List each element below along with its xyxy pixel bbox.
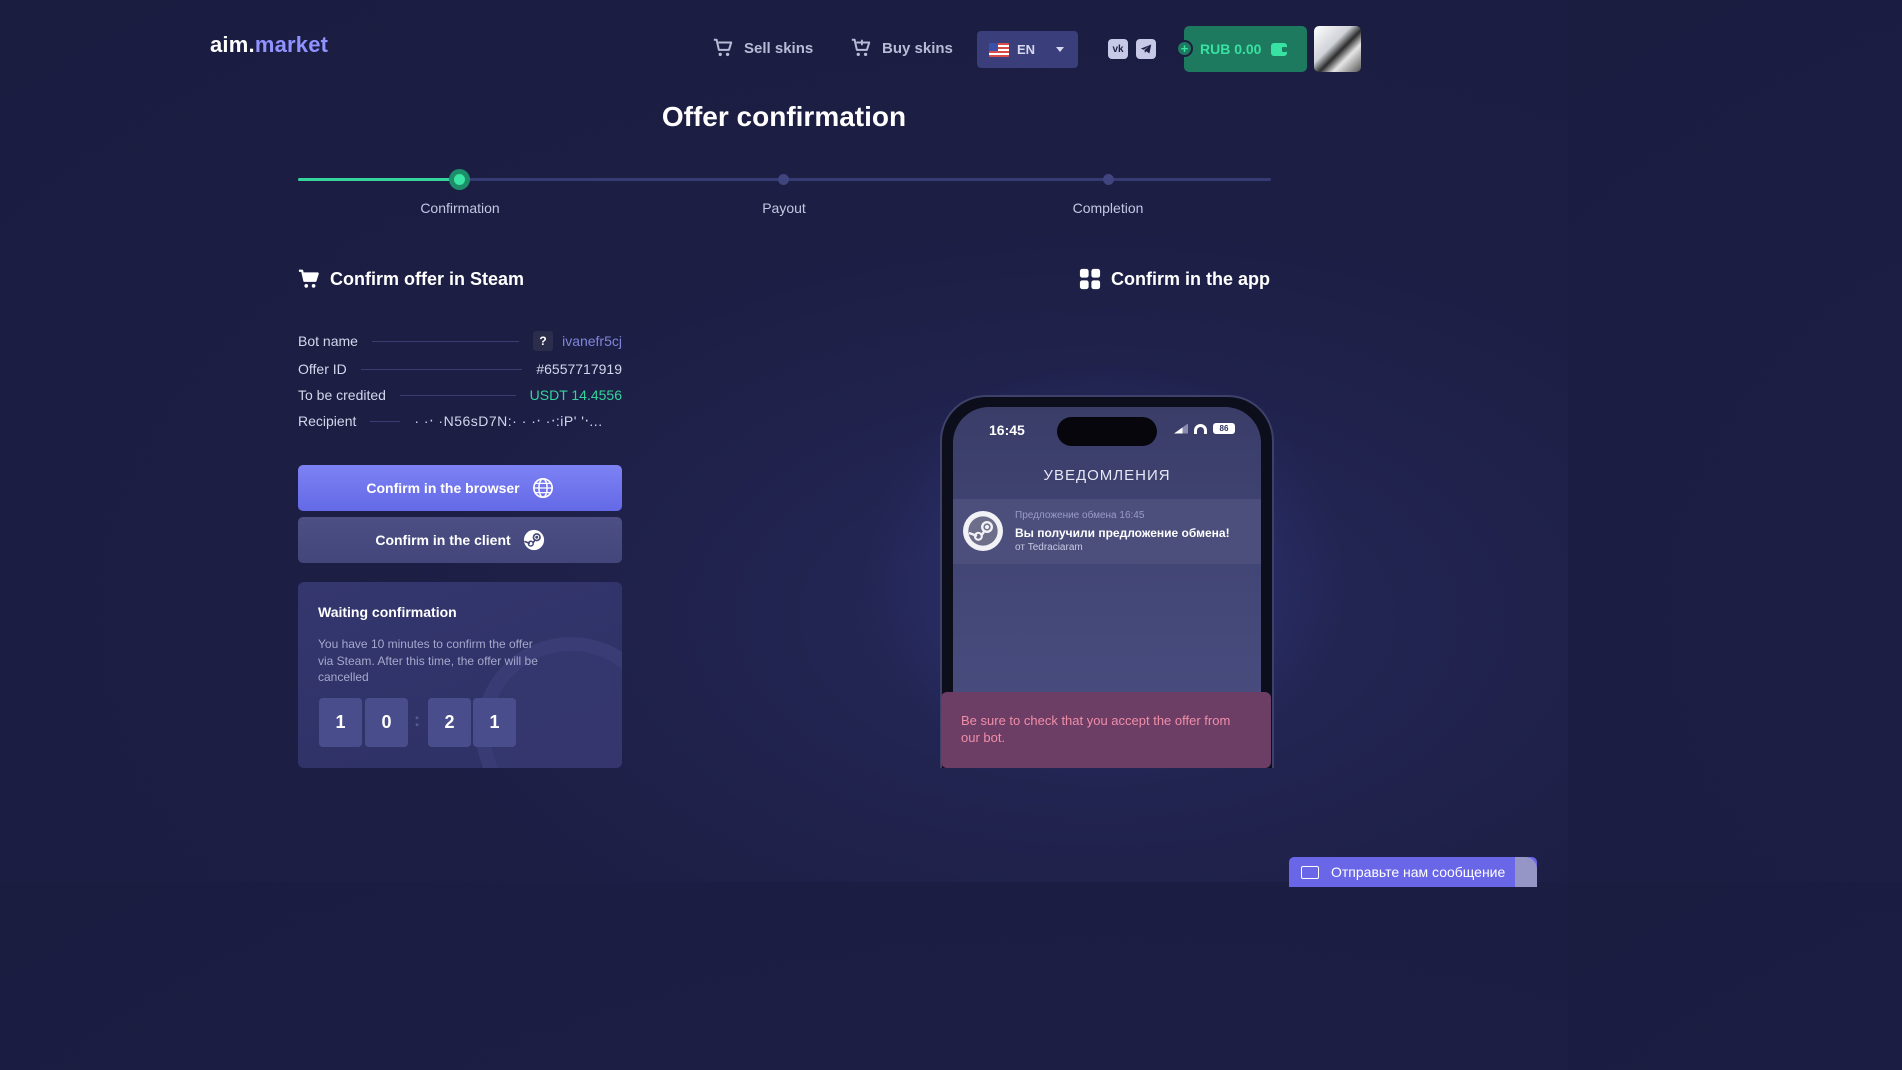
- signal-icon: [1174, 423, 1188, 434]
- phone-time: 16:45: [989, 422, 1025, 438]
- info-row-offer-id: Offer ID #6557717919: [298, 359, 622, 379]
- info-label: Recipient: [298, 413, 357, 429]
- trade-notification: Предложение обмена 16:45 Вы получили пре…: [953, 499, 1261, 564]
- step-dot-completion: [1103, 174, 1114, 185]
- app-section-heading: Confirm in the app: [1079, 268, 1270, 290]
- steam-section-title: Confirm offer in Steam: [330, 268, 525, 289]
- telegram-icon[interactable]: [1136, 39, 1156, 59]
- timer-separator: :: [414, 710, 420, 730]
- cart-plus-icon: [851, 38, 871, 57]
- stepper-progress: [298, 178, 460, 181]
- recipient-value: · ·‧ ·N56sD7N:· · ·‧ ·‧:iP' '‧...: [414, 412, 603, 429]
- credited-value: USDT 14.4556: [529, 387, 622, 403]
- app-section-title: Confirm in the app: [1111, 268, 1270, 289]
- confirm-client-label: Confirm in the client: [375, 532, 511, 548]
- info-row-bot-name: Bot name ? ivanefr5cj: [298, 331, 622, 351]
- timer-digit: 1: [473, 698, 516, 747]
- balance-button[interactable]: + RUB 0.00: [1176, 26, 1307, 72]
- nav-buy-skins[interactable]: Buy skins: [850, 37, 953, 59]
- confirm-in-browser-button[interactable]: Confirm in the browser: [298, 465, 622, 511]
- info-label: Offer ID: [298, 361, 347, 377]
- info-label: To be credited: [298, 387, 386, 403]
- envelope-icon: [1301, 865, 1319, 879]
- balance-value: RUB 0.00: [1200, 41, 1262, 57]
- dotted-leader: [360, 368, 523, 370]
- cart-icon: [713, 38, 733, 57]
- dotted-leader: [370, 420, 401, 422]
- help-badge[interactable]: ?: [533, 331, 554, 351]
- dotted-leader: [371, 340, 520, 342]
- dynamic-island: [1057, 417, 1157, 446]
- avatar[interactable]: [1314, 26, 1361, 72]
- step-label-confirmation: Confirmation: [420, 200, 500, 216]
- chat-label: Отправьте нам сообщение: [1331, 864, 1506, 880]
- add-funds-icon[interactable]: +: [1176, 40, 1193, 57]
- logo[interactable]: aim.market: [210, 32, 328, 58]
- confirm-browser-label: Confirm in the browser: [366, 480, 520, 496]
- nav-buy-label: Buy skins: [882, 39, 953, 57]
- steam-icon: [523, 529, 544, 551]
- confirm-in-client-button[interactable]: Confirm in the client: [298, 517, 622, 563]
- wallet-icon: [1271, 42, 1288, 56]
- notification-meta: Предложение обмена 16:45: [1015, 510, 1145, 521]
- info-label: Bot name: [298, 333, 358, 349]
- vk-icon[interactable]: vk: [1108, 39, 1128, 59]
- language-selector[interactable]: EN: [977, 31, 1078, 68]
- notifications-heading: УВЕДОМЛЕНИЯ: [1043, 467, 1171, 484]
- globe-icon: [532, 478, 553, 498]
- info-row-recipient: Recipient · ·‧ ·N56sD7N:· · ·‧ ·‧:iP' '‧…: [298, 411, 622, 431]
- cart-icon: [298, 269, 319, 288]
- timer-digit: 1: [319, 698, 362, 747]
- step-label-completion: Completion: [1072, 200, 1144, 216]
- nav-sell-label: Sell skins: [744, 39, 814, 57]
- phone-status-bar: 86: [1174, 423, 1235, 434]
- chat-widget-button[interactable]: Отправьте нам сообщение: [1289, 857, 1537, 887]
- chevron-down-icon: [1056, 47, 1064, 52]
- offer-id-value: #6557717919: [536, 361, 622, 377]
- step-label-payout: Payout: [762, 200, 806, 216]
- wifi-icon: [1194, 423, 1207, 434]
- timer-digit: 2: [428, 698, 471, 747]
- steam-section-heading: Confirm offer in Steam: [298, 268, 524, 290]
- step-dot-confirmation: [449, 169, 470, 190]
- notification-title: Вы получили предложение обмена!: [1015, 526, 1230, 540]
- page-title: Offer confirmation: [661, 101, 907, 132]
- waiting-title: Waiting confirmation: [318, 604, 457, 620]
- battery-icon: 86: [1213, 423, 1235, 434]
- bot-name-value[interactable]: ivanefr5cj: [562, 333, 622, 349]
- notification-sender: от Tedraciaram: [1015, 542, 1083, 553]
- step-dot-payout: [778, 174, 789, 185]
- info-row-credited: To be credited USDT 14.4556: [298, 385, 622, 405]
- logo-part-2: market: [254, 32, 329, 57]
- waiting-text: You have 10 minutes to confirm the offer…: [318, 637, 538, 684]
- steam-icon: [963, 511, 1003, 551]
- language-label: EN: [1017, 42, 1036, 57]
- chat-widget-edge: [1515, 857, 1537, 887]
- us-flag-icon: [989, 42, 1009, 57]
- apps-grid-icon: [1079, 268, 1101, 290]
- waiting-panel: Waiting confirmation You have 10 minutes…: [298, 582, 622, 768]
- warning-message: Be sure to check that you accept the off…: [941, 692, 1271, 768]
- nav-sell-skins[interactable]: Sell skins: [712, 37, 813, 59]
- timer-digit: 0: [365, 698, 408, 747]
- dotted-leader: [399, 394, 516, 396]
- logo-part-1: aim.: [210, 32, 255, 57]
